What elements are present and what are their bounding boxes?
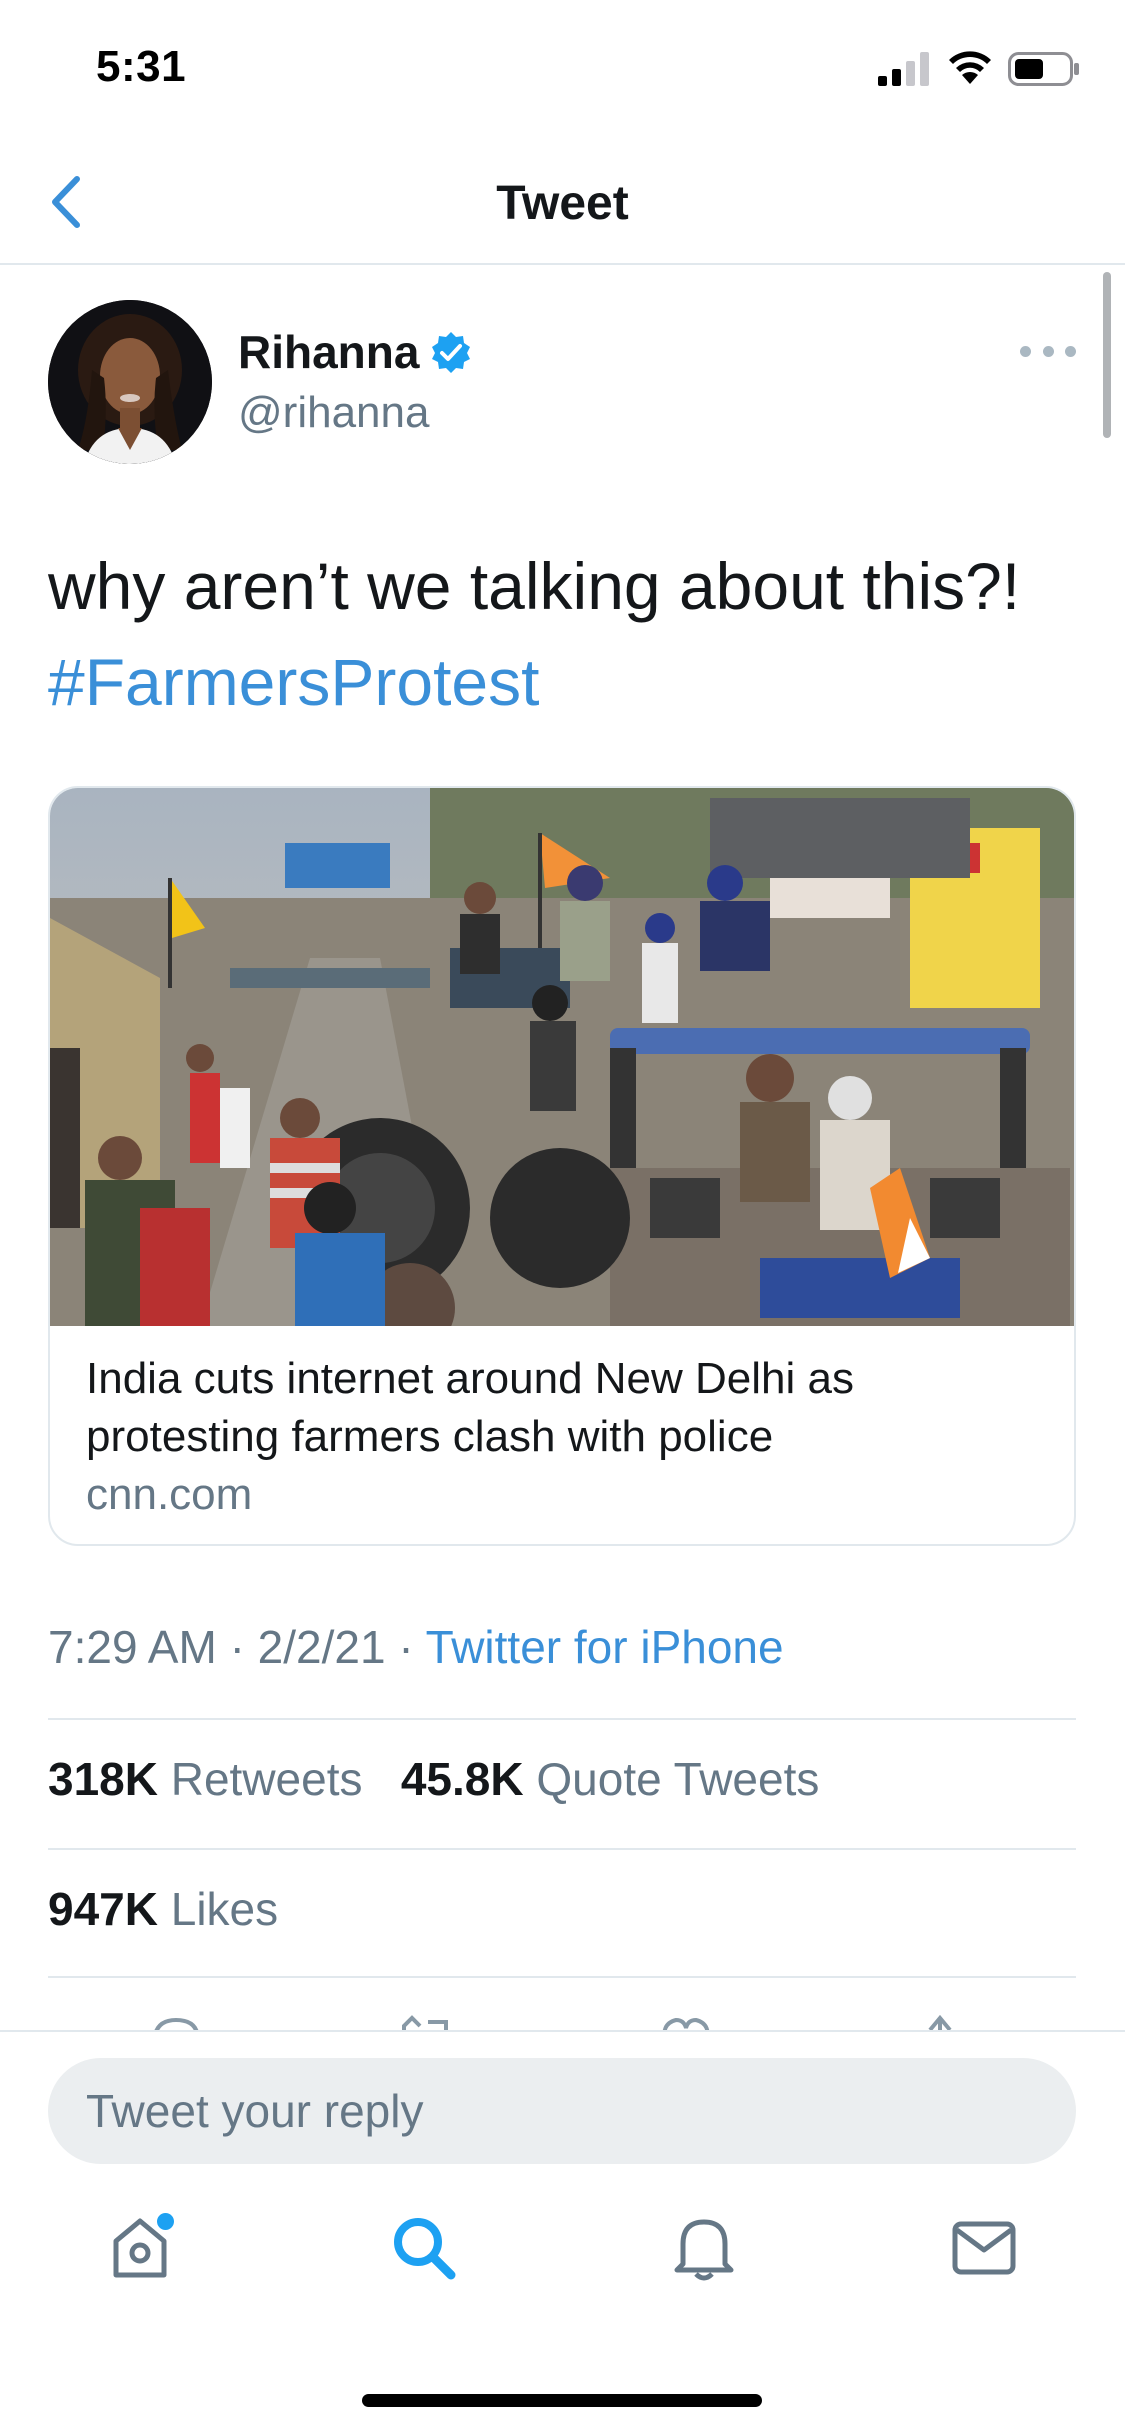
- ellipsis-icon: [1020, 345, 1031, 357]
- quote-tweets-count: 45.8K: [400, 1753, 524, 1805]
- tweet-text: why aren’t we talking about this?! #Farm…: [48, 538, 1078, 730]
- retweets-count: 318K: [48, 1753, 158, 1805]
- reply-input[interactable]: Tweet your reply: [48, 2058, 1076, 2164]
- link-card[interactable]: India cuts internet around New Delhi as …: [48, 786, 1076, 1546]
- search-icon: [394, 2218, 456, 2280]
- author-handle[interactable]: @rihanna: [238, 388, 429, 438]
- tweet-date: 2/2/21: [257, 1621, 386, 1673]
- divider: [48, 1976, 1076, 1978]
- tweet-time: 7:29 AM: [48, 1621, 217, 1673]
- tab-search[interactable]: [384, 2208, 464, 2288]
- tweet-body: why aren’t we talking about this?!: [48, 549, 1021, 623]
- mail-icon: [952, 2221, 1016, 2275]
- tab-notifications[interactable]: [664, 2208, 744, 2288]
- likes-count: 947K: [48, 1883, 158, 1935]
- meta-separator: ·: [398, 1621, 414, 1673]
- scroll-indicator[interactable]: [1103, 272, 1111, 438]
- wifi-icon: [949, 51, 991, 84]
- divider: [48, 1718, 1076, 1720]
- battery-icon: [1008, 52, 1079, 86]
- retweet-quote-stats: 318K Retweets 45.8K Quote Tweets: [48, 1752, 819, 1806]
- avatar[interactable]: [48, 300, 212, 464]
- more-options-button[interactable]: [1020, 336, 1076, 366]
- author-name[interactable]: Rihanna: [238, 325, 473, 379]
- status-time: 5:31: [96, 42, 187, 91]
- retweets-label: Retweets: [170, 1753, 363, 1805]
- page-title: Tweet: [496, 177, 629, 230]
- bell-icon: [674, 2219, 734, 2281]
- avatar-image: [48, 300, 212, 464]
- meta-separator: ·: [229, 1621, 245, 1673]
- divider: [48, 1848, 1076, 1850]
- home-notification-dot: [157, 2213, 174, 2230]
- tweet-source-link[interactable]: Twitter for iPhone: [426, 1621, 784, 1673]
- tab-messages[interactable]: [944, 2208, 1024, 2288]
- card-image: [50, 788, 1074, 1326]
- tweet-meta: 7:29 AM · 2/2/21 · Twitter for iPhone: [48, 1620, 784, 1674]
- hashtag-link[interactable]: #FarmersProtest: [48, 634, 1078, 730]
- home-indicator: [362, 2394, 762, 2407]
- nav-header: Tweet: [0, 140, 1125, 265]
- author-name-text: Rihanna: [238, 326, 420, 378]
- status-bar: 5:31: [0, 0, 1125, 140]
- likes-label: Likes: [170, 1883, 279, 1935]
- retweets-stat[interactable]: 318K Retweets: [48, 1753, 363, 1805]
- quote-tweets-stat[interactable]: 45.8K Quote Tweets: [401, 1753, 820, 1805]
- verified-badge-icon: [432, 332, 471, 373]
- cellular-signal-icon: [878, 52, 929, 86]
- card-title: India cuts internet around New Delhi as …: [86, 1354, 854, 1461]
- likes-stat[interactable]: 947K Likes: [48, 1882, 278, 1936]
- quote-tweets-label: Quote Tweets: [536, 1753, 820, 1805]
- card-domain: cnn.com: [86, 1470, 253, 1519]
